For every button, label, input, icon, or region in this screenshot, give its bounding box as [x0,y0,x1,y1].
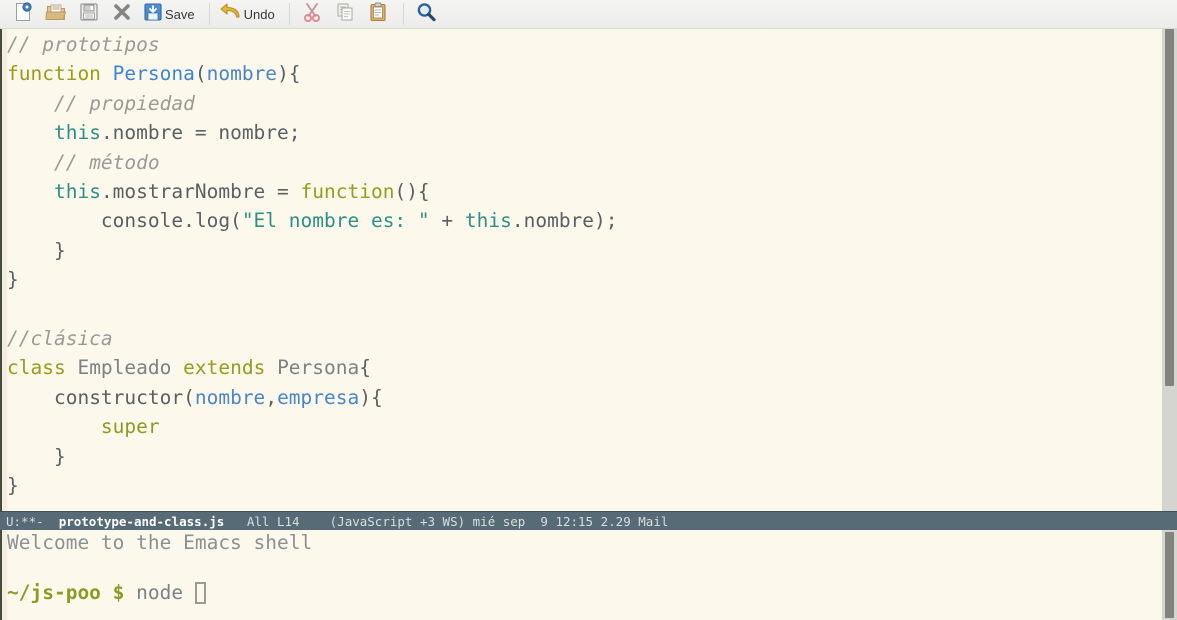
save-button[interactable]: Save [140,1,199,27]
mode-line-spacer-7 [593,514,601,529]
new-file-icon [12,1,34,27]
save-as-button[interactable] [74,1,104,27]
search-icon [415,1,437,27]
shell-scrollbar-thumb[interactable] [1165,531,1174,619]
mode-line-load-average: 2.29 [600,513,631,529]
save-button-label: Save [165,6,195,22]
mode-line-line-number: L14 [276,513,300,529]
shell-prompt: ~/js-poo $ [7,581,125,604]
mode-line-spacer-6 [548,514,556,529]
mode-line-time: 12:15 [555,513,594,529]
mode-line-date: mié sep 9 [472,513,548,529]
code-scrollbar-thumb[interactable] [1165,29,1174,386]
undo-button[interactable]: Undo [217,1,279,27]
undo-button-label: Undo [243,6,275,22]
mode-line-minor-modes: (JavaScript +3 WS) [329,513,466,529]
shell-text[interactable]: Welcome to the Emacs shell ~/js-poo $ no… [7,530,312,605]
toolbar-separator-2 [288,3,290,25]
save-icon [142,1,164,27]
cut-scissors-icon [301,1,323,27]
save-as-icon [78,1,100,27]
paste-button[interactable] [363,1,393,27]
copy-icon [334,1,356,27]
eshell-buffer[interactable]: Welcome to the Emacs shell ~/js-poo $ no… [0,530,1177,620]
cut-button[interactable] [297,1,327,27]
code-buffer[interactable]: // prototipos function Persona(nombre){ … [0,29,1177,511]
shell-welcome-message: Welcome to the Emacs shell [7,531,313,554]
open-folder-icon [45,1,67,27]
mode-line: U:**- prototype-and-class.js All L14 (Ja… [0,511,1177,530]
mode-line-position: All [246,513,270,529]
close-icon [111,1,133,27]
mode-line-spacer-2 [224,514,247,529]
mode-line-spacer-8 [631,514,639,529]
mode-line-status: U:**- [6,513,44,529]
search-button[interactable] [411,1,441,27]
new-file-button[interactable] [8,1,38,27]
mode-line-spacer-3 [269,514,277,529]
copy-button[interactable] [330,1,360,27]
toolbar-separator-1 [208,3,210,25]
shell-scrollbar[interactable] [1162,530,1177,620]
mode-line-spacer-4 [300,514,330,529]
toolbar: Save Undo [0,0,1177,29]
mode-line-spacer-1 [44,514,59,529]
close-buffer-button[interactable] [107,1,137,27]
toolbar-separator-3 [402,3,404,25]
mode-line-spacer-5 [465,514,473,529]
text-cursor [194,582,206,604]
code-scrollbar[interactable] [1162,29,1177,511]
emacs-window: Save Undo // prototipos function Persona… [0,0,1177,620]
shell-command-input[interactable]: node [136,581,183,604]
undo-icon [219,1,243,27]
open-file-button[interactable] [41,1,71,27]
mode-line-file-name: prototype-and-class.js [58,513,225,529]
code-text[interactable]: // prototipos function Persona(nombre){ … [7,30,618,501]
paste-clipboard-icon [367,1,389,27]
mode-line-mail-indicator: Mail [638,513,669,529]
